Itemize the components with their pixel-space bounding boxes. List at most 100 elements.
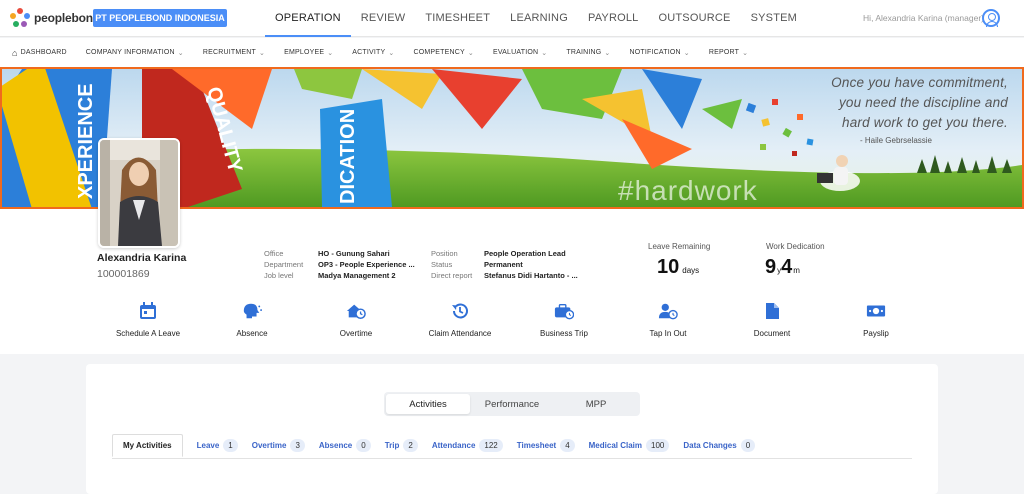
logo-mark-icon	[10, 8, 30, 28]
action-business-trip[interactable]: Business Trip	[509, 301, 619, 338]
office-label: Office	[264, 249, 284, 258]
info-labels-right: Position Status Direct report	[431, 248, 472, 281]
subnav-company-information[interactable]: COMPANY INFORMATION ⌄	[86, 49, 184, 57]
action-label: Schedule A Leave	[115, 329, 181, 338]
subnav-recruitment[interactable]: RECRUITMENT ⌄	[203, 49, 265, 57]
tab-trip[interactable]: Trip 2	[384, 438, 418, 452]
joblevel-label: Job level	[264, 271, 294, 280]
banner-quote: Once you have commitment, you need the d…	[831, 73, 1008, 133]
chevron-down-icon: ⌄	[177, 49, 184, 57]
info-values-right: People Operation Lead Permanent Stefanus…	[484, 248, 578, 281]
quote-line: hard work to get you there.	[842, 115, 1008, 130]
tab-data-changes[interactable]: Data Changes 0	[683, 438, 756, 452]
subnav-training[interactable]: TRAINING ⌄	[566, 49, 610, 57]
work-dedication-label: Work Dedication	[766, 242, 825, 251]
view-switcher: Activities Performance MPP	[384, 392, 640, 416]
count-badge: 3	[290, 438, 305, 452]
main-tab-payroll[interactable]: PAYROLL	[578, 0, 649, 37]
tab-label: Overtime	[251, 440, 287, 450]
tab-timesheet[interactable]: Timesheet 4	[517, 438, 575, 452]
count-badge: 122	[479, 438, 503, 452]
activity-tabs: My Activities Leave 1 Overtime 3 Absence 0 …	[112, 432, 912, 459]
logo[interactable]: peoplebond	[10, 8, 100, 28]
count-badge: 100	[646, 438, 670, 452]
tab-label: Medical Claim	[588, 440, 642, 450]
subnav-label: NOTIFICATION	[629, 49, 681, 56]
subnav-employee[interactable]: EMPLOYEE ⌄	[284, 49, 333, 57]
main-tab-timesheet[interactable]: TIMESHEET	[415, 0, 500, 37]
info-labels-left: Office Department Job level	[264, 248, 303, 281]
sub-nav: ⌂ DASHBOARD COMPANY INFORMATION ⌄ RECRUITM…	[0, 38, 1024, 67]
banner-hashtag: #hardwork	[618, 175, 758, 206]
action-schedule-leave[interactable]: Schedule A Leave	[93, 301, 203, 338]
leave-unit: days	[682, 266, 700, 275]
home-clock-icon	[346, 301, 366, 321]
chevron-down-icon: ⌄	[604, 49, 611, 57]
subnav-label: COMPETENCY	[413, 49, 465, 56]
work-dedication-value: 9y4m	[765, 256, 800, 279]
action-label: Business Trip	[539, 329, 589, 338]
department-label: Department	[264, 260, 304, 269]
tab-my-activities[interactable]: My Activities	[112, 434, 183, 457]
main-tab-system[interactable]: SYSTEM	[741, 0, 807, 37]
subnav-report[interactable]: REPORT ⌄	[709, 49, 748, 57]
segment-mpp[interactable]: MPP	[554, 394, 638, 414]
action-document[interactable]: Document	[717, 301, 827, 338]
top-bar: peoplebond PT PEOPLEBOND INDONESIA OPERA…	[0, 0, 1024, 37]
user-account-icon[interactable]	[982, 9, 1000, 27]
profile-id: 100001869	[97, 268, 150, 280]
segment-activities[interactable]: Activities	[386, 394, 470, 414]
tab-label: Data Changes	[683, 440, 737, 450]
leave-remaining-value: 10 days	[657, 256, 699, 279]
main-tab-review[interactable]: REVIEW	[351, 0, 416, 37]
dedication-months-unit: m	[793, 266, 800, 275]
subnav-activity[interactable]: ACTIVITY ⌄	[352, 49, 394, 57]
action-label: Document	[753, 329, 791, 338]
tab-attendance[interactable]: Attendance 122	[431, 438, 503, 452]
main-tab-outsource[interactable]: OUTSOURCE	[648, 0, 740, 37]
action-overtime[interactable]: Overtime	[301, 301, 411, 338]
chevron-down-icon: ⌄	[259, 49, 266, 57]
status-value: Permanent	[484, 260, 523, 269]
tab-label: Attendance	[431, 440, 476, 450]
tab-medical-claim[interactable]: Medical Claim 100	[588, 438, 670, 452]
segment-performance[interactable]: Performance	[470, 394, 554, 414]
subnav-competency[interactable]: COMPETENCY ⌄	[413, 49, 473, 57]
action-tap-in-out[interactable]: Tap In Out	[613, 301, 723, 338]
tab-label: Trip	[384, 440, 400, 450]
activity-panel: Activities Performance MPP My Activities…	[86, 364, 938, 494]
status-label: Status	[431, 260, 453, 269]
subnav-notification[interactable]: NOTIFICATION ⌄	[629, 49, 689, 57]
subnav-evaluation[interactable]: EVALUATION ⌄	[493, 49, 547, 57]
action-label: Claim Attendance	[428, 329, 492, 338]
user-greeting: Hi, Alexandria Karina (manager)	[863, 13, 984, 23]
leave-number: 10	[657, 256, 680, 278]
action-payslip[interactable]: Payslip	[821, 301, 931, 338]
main-tab-learning[interactable]: LEARNING	[500, 0, 578, 37]
count-badge: 1	[223, 438, 238, 452]
tab-absence[interactable]: Absence 0	[319, 438, 371, 452]
quote-line: Once you have commitment,	[831, 75, 1008, 90]
subnav-label: REPORT	[708, 49, 740, 56]
tab-label: My Activities	[123, 441, 172, 450]
money-icon	[866, 301, 886, 321]
count-badge: 4	[560, 438, 575, 452]
avatar[interactable]	[98, 138, 180, 248]
action-label: Tap In Out	[649, 329, 687, 338]
home-icon: ⌂	[12, 47, 18, 58]
logo-text: peoplebond	[34, 11, 100, 25]
subnav-label: EMPLOYEE	[284, 49, 325, 56]
tab-leave[interactable]: Leave 1	[197, 438, 238, 452]
count-badge: 2	[403, 438, 418, 452]
action-absence[interactable]: Absence	[197, 301, 307, 338]
action-claim-attendance[interactable]: Claim Attendance	[405, 301, 515, 338]
company-badge[interactable]: PT PEOPLEBOND INDONESIA	[93, 9, 227, 27]
main-tab-operation[interactable]: OPERATION	[265, 0, 351, 37]
subnav-label: TRAINING	[566, 49, 602, 56]
leave-remaining-label: Leave Remaining	[648, 242, 711, 251]
tab-overtime[interactable]: Overtime 3	[251, 438, 305, 452]
subnav-dashboard[interactable]: ⌂ DASHBOARD	[12, 48, 67, 58]
office-value: HO - Gunung Sahari	[318, 249, 390, 258]
document-icon	[762, 301, 782, 321]
absence-icon	[242, 301, 262, 321]
